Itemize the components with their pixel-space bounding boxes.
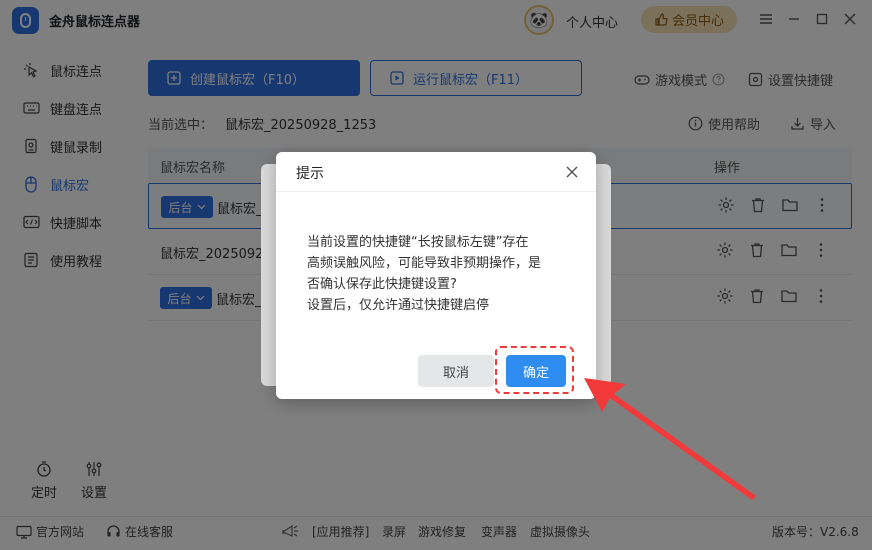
dialog-message-line: 否确认保存此快捷键设置? bbox=[307, 277, 457, 292]
red-arrow-icon bbox=[584, 378, 756, 500]
dialog-message-line: 设置后，仅允许通过快捷键启停 bbox=[307, 298, 490, 313]
dialog-title: 提示 bbox=[296, 166, 324, 182]
dialog-header: 提示 bbox=[276, 152, 596, 192]
highlight-box bbox=[495, 346, 574, 394]
dialog-message-line: 当前设置的快捷键“长按鼠标左键”存在 bbox=[307, 235, 529, 250]
dialog-message: 当前设置的快捷键“长按鼠标左键”存在 高频误触风险，可能导致非预期操作，是 否确… bbox=[307, 232, 577, 316]
close-icon[interactable] bbox=[563, 163, 581, 181]
dialog-message-line: 高频误触风险，可能导致非预期操作，是 bbox=[307, 256, 542, 271]
cancel-button[interactable]: 取消 bbox=[418, 355, 494, 387]
